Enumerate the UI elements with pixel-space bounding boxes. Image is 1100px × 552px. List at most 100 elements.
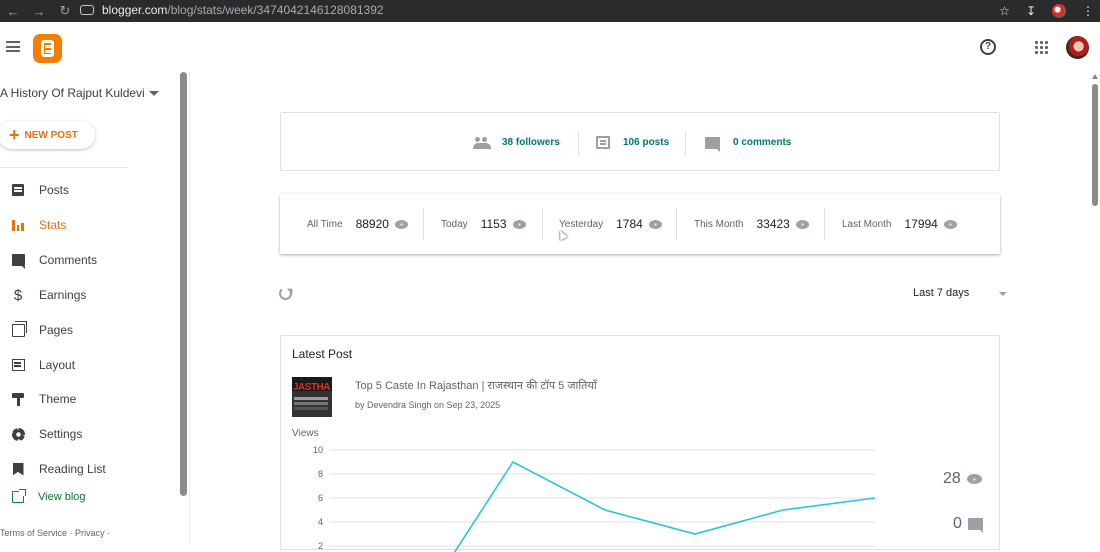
views-label: All Time bbox=[307, 219, 343, 230]
divider bbox=[423, 208, 424, 240]
followers-stat[interactable]: 38 followers bbox=[473, 113, 560, 172]
sidebar-scrollbar[interactable] bbox=[180, 72, 187, 496]
comments-label: 0 comments bbox=[733, 137, 791, 148]
sidebar: A History Of Rajput Kuldevi + NEW POST P… bbox=[0, 72, 190, 544]
site-settings-icon[interactable] bbox=[80, 5, 94, 15]
star-icon[interactable]: ☆ bbox=[999, 4, 1010, 18]
comment-icon bbox=[705, 137, 720, 149]
hamburger-menu-icon[interactable] bbox=[6, 41, 20, 52]
eye-icon bbox=[796, 220, 809, 229]
sidebar-item-posts[interactable]: Posts bbox=[0, 173, 175, 207]
sidebar-item-label: Pages bbox=[39, 323, 73, 337]
address-bar[interactable]: blogger.com/blog/stats/week/347404214612… bbox=[76, 0, 1086, 20]
eye-icon bbox=[395, 220, 408, 229]
date-range-select[interactable]: Last 7 days bbox=[913, 287, 969, 299]
eye-icon bbox=[944, 220, 957, 229]
scroll-up-arrow-icon[interactable] bbox=[1092, 74, 1098, 79]
divider bbox=[685, 130, 686, 156]
pageviews-card: All Time 88920 Today 1153 Yesterday 1784… bbox=[280, 194, 1000, 254]
comments-total: 0 bbox=[953, 515, 962, 533]
external-link-icon bbox=[12, 491, 24, 503]
section-title: Latest Post bbox=[292, 347, 352, 361]
divider bbox=[0, 167, 128, 168]
views-this-month: This Month 33423 bbox=[694, 194, 809, 254]
views-value: 1784 bbox=[616, 217, 643, 231]
plus-icon: + bbox=[9, 126, 20, 144]
views-last-month: Last Month 17994 bbox=[842, 194, 957, 254]
profile-avatar-icon[interactable] bbox=[1052, 4, 1066, 18]
url-text: blogger.com/blog/stats/week/347404214612… bbox=[102, 3, 384, 17]
sidebar-item-pages[interactable]: Pages bbox=[0, 313, 175, 347]
layout-icon bbox=[10, 357, 26, 373]
page-scrollbar[interactable] bbox=[1092, 84, 1098, 206]
post-thumbnail[interactable]: JASTHA bbox=[292, 377, 332, 417]
views-label: This Month bbox=[694, 219, 743, 230]
sidebar-item-earnings[interactable]: $ Earnings bbox=[0, 278, 175, 312]
sidebar-item-stats[interactable]: Stats bbox=[0, 208, 175, 242]
sidebar-item-theme[interactable]: Theme bbox=[0, 382, 175, 416]
divider bbox=[676, 208, 677, 240]
views-value: 17994 bbox=[904, 217, 937, 231]
post-title-link[interactable]: Top 5 Caste In Rajasthan | राजस्थान की ट… bbox=[355, 378, 597, 393]
views-value: 88920 bbox=[356, 217, 389, 231]
forward-icon[interactable]: → bbox=[26, 4, 52, 19]
views-line-chart: 246810 bbox=[291, 440, 881, 552]
eye-icon bbox=[513, 220, 526, 229]
sidebar-item-label: Stats bbox=[39, 218, 66, 232]
latest-post-card: Latest Post JASTHA Top 5 Caste In Rajast… bbox=[280, 335, 1000, 550]
chart-y-label: Views bbox=[292, 428, 319, 439]
posts-stat[interactable]: 106 posts bbox=[596, 113, 669, 172]
views-series-line bbox=[443, 462, 875, 552]
refresh-icon[interactable] bbox=[279, 287, 292, 300]
url-path: /blog/stats/week/3474042146128081392 bbox=[167, 3, 383, 17]
pages-icon bbox=[10, 322, 26, 338]
divider bbox=[542, 208, 543, 240]
account-avatar[interactable] bbox=[1066, 36, 1089, 59]
comments-icon bbox=[10, 252, 26, 268]
blog-selector[interactable]: A History Of Rajput Kuldevi bbox=[0, 86, 145, 100]
sidebar-item-label: Comments bbox=[39, 253, 97, 267]
posts-label: 106 posts bbox=[623, 137, 669, 148]
download-icon[interactable]: ↧ bbox=[1026, 4, 1036, 18]
apps-grid-icon[interactable] bbox=[1035, 41, 1048, 54]
total-comments-stat: 0 bbox=[953, 515, 983, 533]
thumbnail-text: JASTHA bbox=[293, 382, 330, 393]
sidebar-item-label: Posts bbox=[39, 183, 69, 197]
sidebar-item-settings[interactable]: Settings bbox=[0, 417, 175, 451]
views-label: Yesterday bbox=[559, 219, 603, 230]
help-icon[interactable]: ? bbox=[980, 39, 996, 55]
views-today: Today 1153 bbox=[441, 194, 526, 254]
back-icon[interactable]: ← bbox=[0, 4, 26, 19]
footer-links[interactable]: Terms of Service · Privacy · bbox=[0, 528, 110, 538]
views-all-time: All Time 88920 bbox=[307, 194, 408, 254]
view-blog-link[interactable]: View blog bbox=[0, 491, 86, 503]
sidebar-item-label: Settings bbox=[39, 427, 82, 441]
comments-stat[interactable]: 0 comments bbox=[705, 113, 791, 172]
view-blog-label: View blog bbox=[38, 491, 86, 503]
eye-icon bbox=[649, 220, 662, 229]
menu-dots-icon[interactable]: ⋮ bbox=[1082, 4, 1094, 18]
divider bbox=[578, 130, 579, 156]
sidebar-item-layout[interactable]: Layout bbox=[0, 348, 175, 382]
views-value: 1153 bbox=[481, 217, 507, 231]
chevron-down-icon[interactable] bbox=[999, 292, 1007, 296]
views-label: Today bbox=[441, 219, 468, 230]
new-post-button[interactable]: + NEW POST bbox=[0, 121, 95, 149]
y-tick-label: 2 bbox=[318, 541, 323, 551]
chevron-down-icon[interactable] bbox=[149, 91, 159, 96]
new-post-label: NEW POST bbox=[25, 130, 78, 141]
sidebar-item-comments[interactable]: Comments bbox=[0, 243, 175, 277]
reload-icon[interactable]: ↻ bbox=[52, 3, 78, 19]
summary-card: 38 followers 106 posts 0 comments bbox=[280, 112, 1000, 171]
y-tick-label: 8 bbox=[318, 469, 323, 479]
views-yesterday: Yesterday 1784 bbox=[559, 194, 662, 254]
bookmark-icon bbox=[10, 461, 26, 477]
comment-icon bbox=[968, 518, 983, 530]
library-icon bbox=[596, 136, 610, 149]
sidebar-item-reading-list[interactable]: Reading List bbox=[0, 452, 175, 486]
sidebar-item-label: Layout bbox=[39, 358, 75, 372]
sidebar-item-label: Reading List bbox=[39, 462, 106, 476]
y-tick-label: 6 bbox=[318, 493, 323, 503]
blogger-logo-icon[interactable] bbox=[33, 34, 62, 63]
views-label: Last Month bbox=[842, 219, 891, 230]
